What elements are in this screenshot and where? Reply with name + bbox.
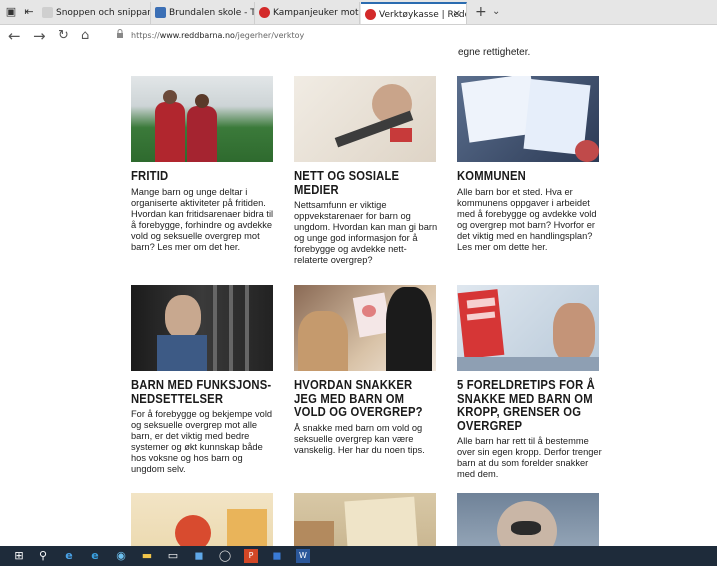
taskbar: ⊞ ⚲ e e ◉ ▬ ▭ ◼ ◯ P ◼ W (0, 546, 717, 566)
powerpoint-icon[interactable]: P (244, 549, 258, 563)
new-tab-icon[interactable]: + (475, 3, 487, 21)
card-row3-3[interactable] (457, 493, 599, 546)
card-image[interactable] (294, 493, 436, 546)
card-fritid[interactable]: FRITID Mange barn og unge deltar i organ… (131, 76, 273, 253)
card-image[interactable] (457, 285, 599, 371)
edge-browser-icon[interactable]: e (62, 549, 76, 563)
card-kommunen[interactable]: KOMMUNEN Alle barn bor et sted. Hva er k… (457, 76, 599, 253)
windows-start-icon[interactable]: ⊞ (12, 549, 26, 563)
card-title[interactable]: KOMMUNEN (457, 169, 601, 184)
card-row3-1[interactable] (131, 493, 273, 546)
tab-snoppen[interactable]: Snoppen och snippan "mus (38, 2, 151, 24)
reddbarna-icon (365, 9, 376, 20)
card-image[interactable] (457, 493, 599, 546)
previous-card-text-end: egne rettigheter. (458, 47, 531, 58)
card-title[interactable]: FRITID (131, 169, 275, 184)
card-description: Alle barn har rett til å bestemme over s… (457, 436, 602, 479)
card-image[interactable] (131, 76, 273, 162)
back-tabs-icon[interactable]: ⇤ (22, 5, 36, 19)
outlook-icon[interactable]: ◼ (192, 549, 206, 563)
card-description: For å forebygge og bekjempe vold og seks… (131, 409, 273, 474)
school-icon (155, 7, 166, 18)
card-hvordan-snakker-jeg[interactable]: HVORDAN SNAKKER JEG MED BARN OM VOLD OG … (294, 285, 436, 456)
card-5-foreldretips[interactable]: 5 FORELDRETIPS FOR Å SNAKKE MED BARN OM … (457, 285, 602, 480)
store-icon[interactable]: ◉ (114, 549, 128, 563)
card-title[interactable]: HVORDAN SNAKKER JEG MED BARN OM VOLD OG … (294, 378, 438, 420)
page-icon (42, 7, 53, 18)
card-description: Alle barn bor et sted. Hva er kommunens … (457, 186, 597, 252)
url-domain: www.reddbarna.no (159, 31, 235, 40)
printer-icon[interactable]: ▭ (166, 549, 180, 563)
word-icon[interactable]: W (296, 549, 310, 563)
file-explorer-icon[interactable]: ▬ (140, 549, 154, 563)
tab-title: Kampanjeuker mot vold og (273, 8, 359, 18)
internet-explorer-icon[interactable]: e (88, 549, 102, 563)
set-aside-tabs-icon[interactable]: ▣ (4, 5, 18, 19)
tab-kampanjeuker[interactable]: Kampanjeuker mot vold og (255, 2, 360, 24)
card-description: Nettsamfunn er viktige oppvekstarenaer f… (294, 200, 438, 265)
url-prefix: https:// (131, 31, 160, 40)
back-arrow-icon[interactable]: ← (8, 27, 21, 45)
messaging-icon[interactable]: ◯ (218, 549, 232, 563)
card-description: Mange barn og unge deltar i organiserte … (131, 186, 274, 252)
reddbarna-icon (259, 7, 270, 18)
card-image[interactable] (294, 76, 436, 162)
close-tab-icon[interactable]: ✕ (453, 4, 461, 24)
refresh-icon[interactable]: ↻ (58, 27, 69, 45)
card-image[interactable] (294, 285, 436, 371)
card-image[interactable] (131, 285, 273, 371)
app-icon[interactable]: ◼ (270, 549, 284, 563)
address-bar: ← → ↻ ⌂ https://www.reddbarna.no/jegerhe… (0, 25, 717, 48)
tab-preview-chevron-icon[interactable]: ⌄ (492, 3, 500, 21)
card-description: Å snakke med barn om vold og seksuelle o… (294, 422, 425, 455)
page-content: egne rettigheter. FRITID Mange barn og u… (0, 47, 717, 546)
card-title[interactable]: 5 FORELDRETIPS FOR Å SNAKKE MED BARN OM … (457, 378, 601, 433)
tab-bar: ▣ ⇤ Snoppen och snippan "mus Brundalen s… (0, 0, 717, 25)
home-icon[interactable]: ⌂ (81, 27, 89, 45)
card-title[interactable]: NETT OG SOSIALE MEDIER (294, 169, 438, 197)
card-nett-og-sosiale-medier[interactable]: NETT OG SOSIALE MEDIER Nettsamfunn er vi… (294, 76, 438, 266)
url-path: /jegerher/verktoy (234, 31, 305, 40)
tab-brundalen[interactable]: Brundalen skole - Trondheir (151, 2, 255, 24)
tab-verktoykasse[interactable]: Verktøykasse | Redd Bar ✕ (361, 2, 467, 24)
card-row3-2[interactable] (294, 493, 436, 546)
card-image[interactable] (131, 493, 273, 546)
tab-title: Snoppen och snippan "mus (56, 8, 151, 18)
card-image[interactable] (457, 76, 599, 162)
tab-title: Brundalen skole - Trondheir (169, 8, 255, 18)
forward-arrow-icon[interactable]: → (33, 27, 46, 45)
lock-icon (117, 29, 123, 38)
url-field[interactable]: https://www.reddbarna.no/jegerher/verkto… (131, 29, 304, 43)
card-barn-med-funksjonsnedsettelser[interactable]: BARN MED FUNKSJONS-NEDSETTELSER For å fo… (131, 285, 273, 475)
search-icon[interactable]: ⚲ (36, 549, 50, 563)
card-title[interactable]: BARN MED FUNKSJONS-NEDSETTELSER (131, 378, 275, 406)
